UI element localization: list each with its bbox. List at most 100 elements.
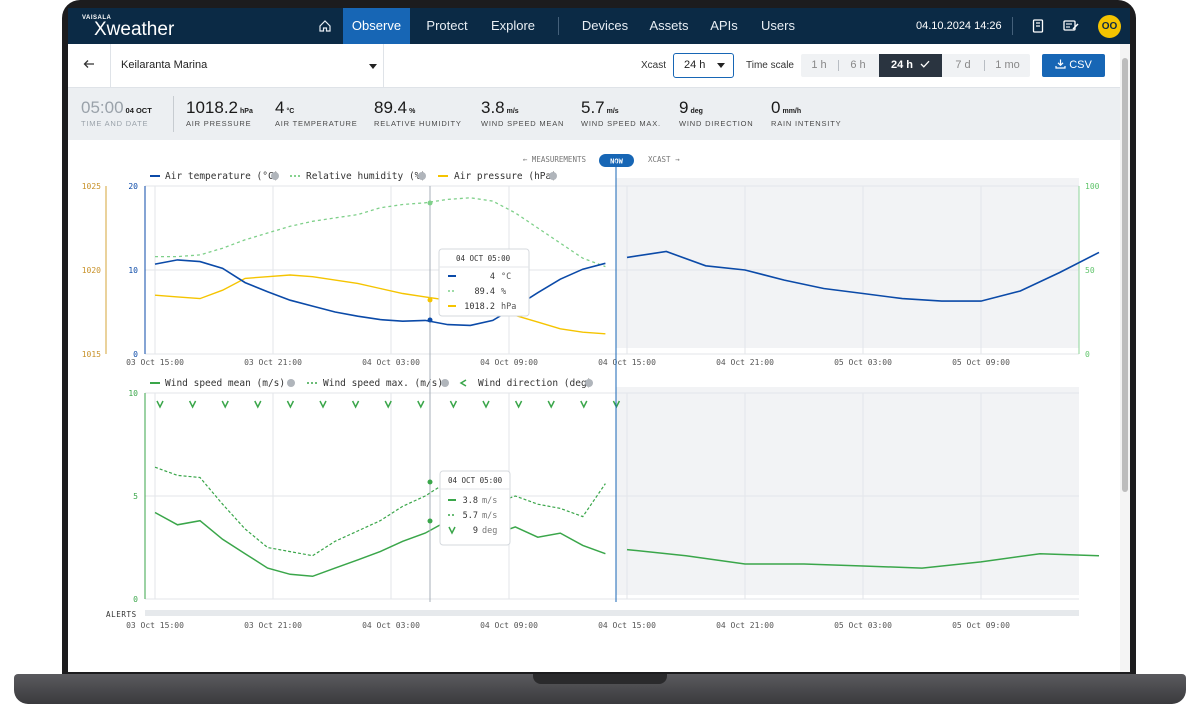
wind-mean-marker bbox=[427, 518, 433, 524]
measurements-label: ← MEASUREMENTS bbox=[523, 155, 587, 164]
x-tick: 03 Oct 15:00 bbox=[126, 621, 184, 630]
wind-tick: 0 bbox=[133, 595, 138, 604]
wind-mean-line bbox=[154, 511, 606, 578]
nav-users[interactable]: Users bbox=[753, 8, 803, 44]
x-tick: 04 Oct 15:00 bbox=[598, 621, 656, 630]
x-tick: 05 Oct 09:00 bbox=[952, 358, 1010, 367]
x-tick: 05 Oct 03:00 bbox=[834, 621, 892, 630]
legend-humidity[interactable]: Relative humidity (%) bbox=[306, 171, 426, 182]
info-icon[interactable] bbox=[549, 172, 557, 180]
nav-explore[interactable]: Explore bbox=[484, 8, 542, 44]
humidity-value: 89.4 bbox=[374, 98, 408, 117]
nav-observe[interactable]: Observe bbox=[343, 8, 410, 44]
x-tick: 04 Oct 15:00 bbox=[598, 358, 656, 367]
temperature-value: 4 bbox=[275, 98, 285, 117]
timescale-1h[interactable]: 1 h bbox=[801, 54, 837, 77]
nav-apis[interactable]: APIs bbox=[704, 8, 744, 44]
bottom-chart-tooltip: 04 OCT 05:00 3.8 m/s 5.7 m/s 9 deg bbox=[439, 470, 511, 546]
xcast-timeline-label: XCAST → bbox=[648, 155, 680, 164]
timescale-24h[interactable]: 24 h bbox=[879, 54, 942, 77]
wind-direction-arrows bbox=[156, 400, 621, 409]
info-icon[interactable] bbox=[441, 379, 449, 387]
top-nav: VAISALA Xweather Observe Protect Explore… bbox=[68, 8, 1130, 44]
wind-mean-label: WIND SPEED MEAN bbox=[481, 119, 565, 128]
wind-direction-arrow bbox=[188, 400, 197, 409]
check-icon bbox=[920, 60, 930, 68]
csv-download-button[interactable]: CSV bbox=[1042, 54, 1105, 77]
arrow-left-icon bbox=[83, 60, 94, 68]
timescale-1mo[interactable]: 1 mo bbox=[985, 54, 1030, 77]
scrollbar[interactable] bbox=[1120, 44, 1130, 672]
info-icon[interactable] bbox=[271, 172, 279, 180]
tooltip-pressure-value: 1018.2 bbox=[464, 302, 495, 312]
pressure-tick: 1015 bbox=[82, 350, 101, 359]
humidity-tick: 100 bbox=[1085, 182, 1100, 191]
pressure-value: 1018.2 bbox=[186, 98, 238, 117]
wind-direction-label: WIND DIRECTION bbox=[679, 119, 754, 128]
user-avatar[interactable]: OO bbox=[1098, 15, 1121, 38]
legend-wind-max[interactable]: Wind speed max. (m/s) bbox=[323, 378, 443, 389]
tooltip-humidity-value: 89.4 bbox=[475, 287, 495, 297]
charts-area: ← MEASUREMENTS NOW XCAST → Air temperatu… bbox=[82, 154, 1100, 630]
legend-wind-direction[interactable]: Wind direction (deg) bbox=[478, 378, 592, 389]
info-icon[interactable] bbox=[585, 379, 593, 387]
pressure-marker bbox=[427, 297, 433, 303]
metric-pressure: 1018.2 hPa AIR PRESSURE bbox=[186, 98, 253, 128]
pressure-unit: hPa bbox=[240, 108, 253, 115]
temperature-unit: °C bbox=[286, 108, 295, 115]
xcast-label: Xcast bbox=[641, 60, 667, 71]
edit-note-icon[interactable] bbox=[1062, 17, 1080, 35]
nav-devices[interactable]: Devices bbox=[576, 8, 634, 44]
x-tick: 04 Oct 09:00 bbox=[480, 358, 538, 367]
now-label: NOW bbox=[610, 158, 623, 166]
metric-time: 05:00 04 OCT TIME AND DATE bbox=[81, 98, 152, 128]
humidity-marker bbox=[427, 200, 433, 206]
info-icon[interactable] bbox=[287, 379, 295, 387]
download-icon bbox=[1055, 59, 1066, 69]
wind-direction-icon bbox=[459, 379, 467, 387]
top-chart-legend: Air temperature (°C) Relative humidity (… bbox=[150, 171, 557, 182]
x-tick: 05 Oct 03:00 bbox=[834, 358, 892, 367]
x-tick: 03 Oct 21:00 bbox=[244, 358, 302, 367]
xcast-select[interactable]: 24 h bbox=[673, 53, 734, 78]
csv-label: CSV bbox=[1069, 59, 1092, 71]
legend-wind-mean[interactable]: Wind speed mean (m/s) bbox=[165, 378, 285, 389]
wind-direction-arrow bbox=[449, 400, 458, 409]
wind-direction-arrow bbox=[221, 400, 229, 409]
pressure-tick: 1025 bbox=[82, 182, 101, 191]
info-icon[interactable] bbox=[418, 172, 426, 180]
legend-temperature[interactable]: Air temperature (°C) bbox=[165, 171, 279, 182]
rain-value: 0 bbox=[771, 98, 781, 117]
tooltip-wind-mean-unit: m/s bbox=[482, 496, 497, 506]
station-select[interactable]: Keilaranta Marina bbox=[110, 44, 384, 88]
nav-assets[interactable]: Assets bbox=[643, 8, 695, 44]
legend-pressure[interactable]: Air pressure (hPa) bbox=[454, 171, 557, 182]
humidity-unit: % bbox=[409, 108, 416, 115]
document-icon[interactable] bbox=[1029, 17, 1047, 35]
top-x-axis: 03 Oct 15:00 03 Oct 21:00 04 Oct 03:00 0… bbox=[126, 358, 1010, 367]
wind-direction-arrow bbox=[384, 400, 392, 409]
wind-tick: 5 bbox=[133, 492, 138, 501]
alerts-track[interactable] bbox=[145, 610, 1079, 616]
humidity-line bbox=[155, 197, 606, 268]
tooltip-title: 04 OCT 05:00 bbox=[448, 476, 503, 485]
timescale-selector: 1 h 6 h 24 h 7 d 1 mo bbox=[801, 54, 1030, 77]
home-icon[interactable] bbox=[308, 8, 342, 44]
chevron-down-icon bbox=[369, 64, 377, 69]
rain-unit: mm/h bbox=[782, 108, 802, 115]
date-value: 04 OCT bbox=[125, 106, 152, 115]
wind-max-line bbox=[154, 466, 606, 557]
nav-protect[interactable]: Protect bbox=[418, 8, 476, 44]
x-tick: 04 Oct 03:00 bbox=[362, 358, 420, 367]
timescale-6h[interactable]: 6 h bbox=[839, 54, 877, 77]
metric-wind-max: 5.7 m/s WIND SPEED MAX. bbox=[581, 98, 661, 128]
wind-direction-arrow bbox=[417, 400, 425, 409]
temperature-tick: 20 bbox=[128, 182, 138, 191]
timescale-7d[interactable]: 7 d bbox=[943, 54, 983, 77]
bottom-chart-legend: Wind speed mean (m/s) Wind speed max. (m… bbox=[150, 378, 593, 389]
metric-temperature: 4 °C AIR TEMPERATURE bbox=[275, 98, 358, 128]
back-button[interactable] bbox=[76, 52, 102, 78]
tooltip-wind-max-value: 5.7 bbox=[463, 511, 478, 521]
scrollbar-thumb[interactable] bbox=[1122, 58, 1128, 492]
pressure-tick: 1020 bbox=[82, 266, 101, 275]
